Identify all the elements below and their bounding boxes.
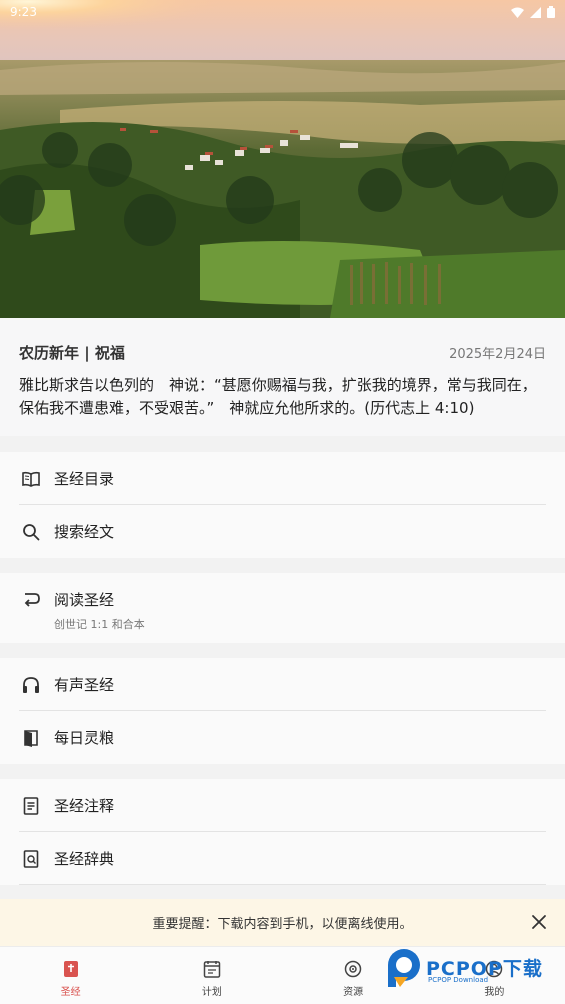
nav-label-plan: 计划 (201, 987, 222, 998)
book-open-icon (21, 469, 41, 489)
landscape-photo (0, 0, 565, 318)
bible-dictionary-item[interactable]: 圣经辞典 (0, 832, 565, 885)
search-scripture-item[interactable]: 搜索经文 (0, 505, 565, 558)
read-bible-item[interactable]: 阅读圣经 创世记 1:1 和合本 (0, 573, 565, 643)
bible-commentary-item[interactable]: 圣经注释 (0, 779, 565, 832)
dictionary-search-icon (21, 849, 41, 869)
notice-text: 重要提醒：下载内容到手机，以便离线使用。 (152, 917, 413, 932)
wifi-icon (511, 7, 524, 18)
search-scripture-label: 搜索经文 (54, 523, 115, 541)
search-icon (21, 522, 41, 542)
daily-bread-label: 每日灵粮 (54, 729, 115, 747)
divider (19, 884, 546, 885)
battery-icon (547, 6, 555, 18)
nav-tab-plan[interactable]: 计划 (141, 947, 282, 1004)
offline-notice-banner: 重要提醒：下载内容到手机，以便离线使用。 (0, 899, 565, 946)
status-bar: 9:23 (0, 0, 565, 24)
read-bible-label: 阅读圣经 (54, 591, 115, 609)
bible-dictionary-label: 圣经辞典 (54, 850, 115, 868)
bible-catalog-label: 圣经目录 (54, 470, 115, 488)
watermark-logo: PCPOP下载 PCPOP Download (386, 946, 558, 988)
menu-group-catalog: 圣经目录 搜索经文 (0, 452, 565, 558)
door-book-icon (21, 728, 41, 748)
menu-group-reading: 阅读圣经 创世记 1:1 和合本 (0, 573, 565, 643)
read-bible-position: 创世记 1:1 和合本 (54, 618, 145, 631)
audio-bible-label: 有声圣经 (54, 676, 115, 694)
nav-tab-bible[interactable]: 圣经 (0, 947, 141, 1004)
daily-bread-item[interactable]: 每日灵粮 (0, 711, 565, 764)
verse-date: 2025年2月24日 (449, 347, 546, 362)
calendar-icon (202, 959, 222, 979)
signal-icon (530, 6, 541, 18)
hero-banner-image: 9:23 (0, 0, 565, 318)
nav-label-bible: 圣经 (60, 987, 81, 998)
disc-icon (343, 959, 363, 979)
verse-text: 雅比斯求告以色列的 神说：“甚愿你赐福与我，扩张我的境界，常与我同在，保佑我不遭… (19, 376, 537, 417)
nav-label-resources: 资源 (343, 987, 364, 998)
verse-title: 农历新年 | 祝福 (19, 344, 125, 362)
audio-bible-item[interactable]: 有声圣经 (0, 658, 565, 711)
bible-catalog-item[interactable]: 圣经目录 (0, 452, 565, 505)
headphones-icon (21, 675, 41, 695)
menu-group-reference: 圣经注释 圣经辞典 (0, 779, 565, 885)
watermark-p-icon (388, 949, 420, 987)
document-icon (21, 796, 41, 816)
return-arrow-icon (21, 590, 41, 610)
watermark-subtext: PCPOP Download (428, 976, 489, 984)
status-time: 9:23 (10, 5, 37, 19)
menu-group-audio: 有声圣经 每日灵粮 (0, 658, 565, 764)
close-icon[interactable] (529, 912, 549, 932)
daily-verse-card[interactable]: 农历新年 | 祝福 2025年2月24日 雅比斯求告以色列的 神说：“甚愿你赐福… (0, 318, 565, 436)
bible-commentary-label: 圣经注释 (54, 797, 115, 815)
bible-icon (61, 959, 81, 979)
